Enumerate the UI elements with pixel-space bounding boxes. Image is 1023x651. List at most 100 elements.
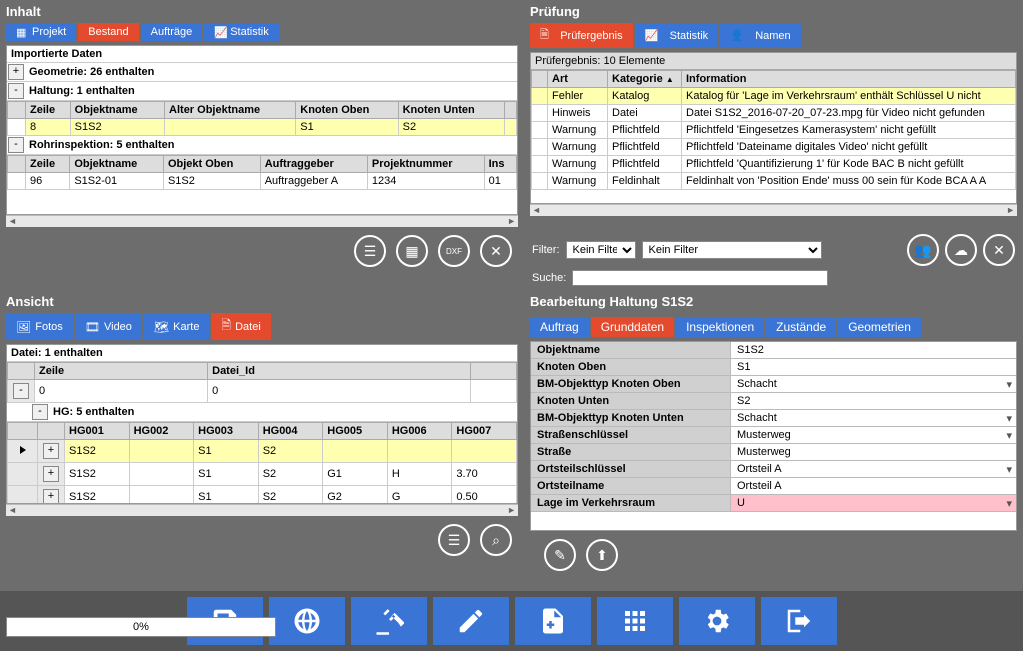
tab-pruefergebnis[interactable]: 🗎 Prüfergebnis (530, 23, 633, 48)
pruef-row[interactable]: WarnungFeldinhaltFeldinhalt von 'Positio… (532, 173, 1016, 190)
tab-auftrag[interactable]: Auftrag (530, 317, 589, 337)
scrollbar[interactable] (6, 504, 518, 516)
tab-statistik[interactable]: 📈Statistik (204, 23, 279, 41)
form-label: Objektname (531, 342, 731, 358)
pruef-subheader: Prüfergebnis: 10 Elemente (531, 53, 1016, 70)
form-value[interactable]: S1 (731, 359, 1016, 375)
expand-rohr[interactable]: - (8, 137, 24, 153)
form-row: Knoten ObenS1 (531, 359, 1016, 376)
form-value[interactable]: S2 (731, 393, 1016, 409)
form-value[interactable]: U (731, 495, 1016, 511)
form-label: Knoten Oben (531, 359, 731, 375)
list-settings-icon[interactable]: ☰ (438, 524, 470, 556)
form-value[interactable]: Schacht (731, 410, 1016, 426)
form-row: BM-Objekttyp Knoten UntenSchacht (531, 410, 1016, 427)
search-input[interactable] (572, 270, 828, 286)
users-icon[interactable]: 👥 (907, 234, 939, 266)
form-row: Knoten UntenS2 (531, 393, 1016, 410)
pin-icon[interactable]: ⬆ (586, 539, 618, 571)
search-label: Suche: (532, 272, 566, 284)
imported-data-hdr: Importierte Daten (7, 46, 517, 63)
scrollbar[interactable] (6, 215, 518, 227)
datei-hdr: Datei: 1 enthalten (7, 345, 517, 362)
pruefung-title: Prüfung (524, 0, 1023, 23)
pruef-row[interactable]: HinweisDateiDatei S1S2_2016-07-20_07-23.… (532, 105, 1016, 122)
form-label: Ortsteilschlüssel (531, 461, 731, 477)
tab-pruef-statistik[interactable]: 📈 Statistik (635, 23, 719, 48)
pruef-row[interactable]: WarnungPflichtfeldPflichtfeld 'Eingesetz… (532, 122, 1016, 139)
settings-button[interactable] (679, 597, 755, 645)
list-icon[interactable]: ☰ (354, 235, 386, 267)
rohr-label: Rohrinspektion: 5 enthalten (25, 137, 517, 153)
pencil-button[interactable] (433, 597, 509, 645)
col-alter-objektname[interactable]: Alter Objektname (165, 102, 296, 119)
form-row: OrtsteilschlüsselOrtsteil A (531, 461, 1016, 478)
gavel-button[interactable] (351, 597, 427, 645)
form-label: BM-Objekttyp Knoten Unten (531, 410, 731, 426)
form-value[interactable]: Schacht (731, 376, 1016, 392)
haltung-label: Haltung: 1 enthalten (25, 83, 517, 99)
tab-auftraege[interactable]: Aufträge (141, 23, 203, 41)
form-label: Knoten Unten (531, 393, 731, 409)
search-db-icon[interactable]: ⌕ (480, 524, 512, 556)
hg-label: HG: 5 enthalten (49, 404, 517, 420)
expand-haltung[interactable]: - (8, 83, 24, 99)
ansicht-title: Ansicht (0, 290, 524, 313)
geometrie-label: Geometrie: 26 enthalten (25, 64, 517, 80)
tab-geometrien[interactable]: Geometrien (838, 317, 921, 337)
tab-bestand[interactable]: Bestand (78, 23, 138, 41)
form-label: Ortsteilname (531, 478, 731, 494)
datei-row[interactable]: - 00 (8, 380, 517, 403)
filter2-select[interactable]: Kein Filter (642, 241, 822, 259)
tab-fotos[interactable]: 🖼 Fotos (6, 313, 73, 340)
form-value[interactable]: Musterweg (731, 444, 1016, 460)
tab-video[interactable]: 🎞 Video (75, 313, 142, 340)
filter1-select[interactable]: Kein Filter (566, 241, 636, 259)
add-doc-button[interactable] (515, 597, 591, 645)
form-value[interactable]: Ortsteil A (731, 461, 1016, 477)
bearb-title: Bearbeitung Haltung S1S2 (524, 290, 1023, 313)
tab-karte[interactable]: 🗺 Karte (144, 313, 210, 340)
hg-row[interactable]: +S1S2S1S2G2G0.50 (8, 486, 517, 505)
tab-inspektionen[interactable]: Inspektionen (676, 317, 764, 337)
tab-zustaende[interactable]: Zustände (766, 317, 836, 337)
tab-namen[interactable]: 👤 Namen (720, 23, 801, 48)
tab-datei[interactable]: 🗎 Datei (211, 313, 270, 340)
clear-filter-icon[interactable]: ✕ (983, 234, 1015, 266)
pruef-row[interactable]: WarnungPflichtfeldPflichtfeld 'Quantifiz… (532, 156, 1016, 173)
col-zeile[interactable]: Zeile (26, 102, 71, 119)
rohr-row[interactable]: 96 S1S2-01 S1S2 Auftraggeber A 1234 01 (8, 173, 517, 190)
filter-label: Filter: (532, 244, 560, 256)
form-row: StraßeMusterweg (531, 444, 1016, 461)
pruef-row[interactable]: WarnungPflichtfeldPflichtfeld 'Dateiname… (532, 139, 1016, 156)
form-label: Straße (531, 444, 731, 460)
col-knoten-unten[interactable]: Knoten Unten (398, 102, 504, 119)
dxf-icon[interactable]: DXF (438, 235, 470, 267)
exit-button[interactable] (761, 597, 837, 645)
col-knoten-oben[interactable]: Knoten Oben (296, 102, 398, 119)
clear-icon[interactable]: ✕ (480, 235, 512, 267)
expand-hg[interactable]: - (32, 404, 48, 420)
form-row: BM-Objekttyp Knoten ObenSchacht (531, 376, 1016, 393)
calculator-icon[interactable]: ▦ (396, 235, 428, 267)
edit-tool-icon[interactable]: ✎ (544, 539, 576, 571)
apps-button[interactable] (597, 597, 673, 645)
hg-row[interactable]: +S1S2S1S2 (8, 440, 517, 463)
tab-projekt[interactable]: ▦Projekt (6, 23, 76, 41)
form-row: StraßenschlüsselMusterweg (531, 427, 1016, 444)
expand-geometrie[interactable]: + (8, 64, 24, 80)
hg-row[interactable]: +S1S2S1S2G1H3.70 (8, 463, 517, 486)
col-objektname[interactable]: Objektname (70, 102, 164, 119)
form-row: OrtsteilnameOrtsteil A (531, 478, 1016, 495)
pruef-row[interactable]: FehlerKatalogKatalog für 'Lage im Verkeh… (532, 88, 1016, 105)
form-row: ObjektnameS1S2 (531, 342, 1016, 359)
tab-grunddaten[interactable]: Grunddaten (591, 317, 674, 337)
globe-button[interactable] (269, 597, 345, 645)
expand-datei[interactable]: - (13, 383, 29, 399)
form-value[interactable]: S1S2 (731, 342, 1016, 358)
scrollbar[interactable] (530, 204, 1017, 216)
form-value[interactable]: Ortsteil A (731, 478, 1016, 494)
haltung-row[interactable]: 8 S1S2 S1 S2 (8, 119, 517, 136)
form-value[interactable]: Musterweg (731, 427, 1016, 443)
cloud-icon[interactable]: ☁ (945, 234, 977, 266)
